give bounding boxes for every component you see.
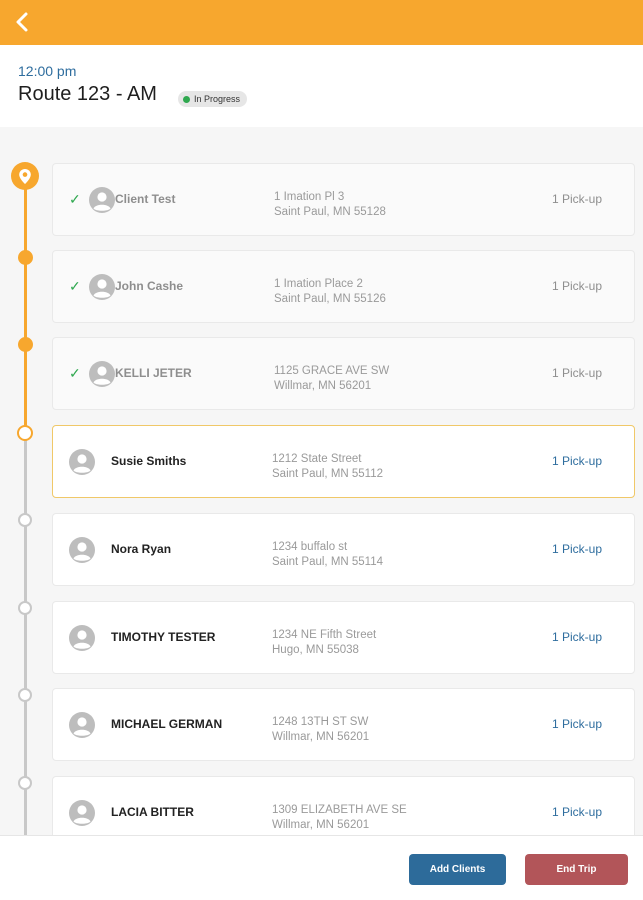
address-line-2: Willmar, MN 56201 <box>274 380 372 392</box>
address-line-1: 1309 ELIZABETH AVE SE <box>272 804 407 816</box>
stop-card-upcoming[interactable]: Nora Ryan 1234 buffalo st Saint Paul, MN… <box>52 513 635 586</box>
client-name: KELLI JETER <box>115 366 192 380</box>
client-name: LACIA BITTER <box>111 805 194 819</box>
chevron-left-icon <box>16 12 28 32</box>
add-clients-button[interactable]: Add Clients <box>409 854 506 885</box>
stop-card-current[interactable]: Susie Smiths 1212 State Street Saint Pau… <box>52 425 635 498</box>
client-address: 1125 GRACE AVE SW Willmar, MN 56201 <box>274 364 389 394</box>
timeline-upcoming-line <box>23 432 27 835</box>
address-line-2: Willmar, MN 56201 <box>272 731 370 743</box>
stop-card-completed[interactable]: ✓ Client Test 1 Imation Pl 3 Saint Paul,… <box>52 163 635 236</box>
stop-type: 1 Pick-up <box>551 805 602 819</box>
client-address: 1234 buffalo st Saint Paul, MN 55114 <box>272 540 383 570</box>
avatar-icon <box>89 274 115 300</box>
address-line-1: 1212 State Street <box>272 453 362 465</box>
end-trip-button[interactable]: End Trip <box>525 854 628 885</box>
address-line-1: 1248 13TH ST SW <box>272 716 369 728</box>
client-address: 1 Imation Pl 3 Saint Paul, MN 55128 <box>274 190 386 220</box>
timeline-marker-upcoming <box>18 776 32 790</box>
address-line-2: Saint Paul, MN 55126 <box>274 293 386 305</box>
address-line-1: 1234 buffalo st <box>272 541 348 553</box>
route-header: 12:00 pm Route 123 - AM In Progress <box>0 45 643 127</box>
timeline-marker-current <box>17 425 33 441</box>
status-dot-icon <box>183 95 190 103</box>
avatar-icon <box>69 712 95 738</box>
client-name: MICHAEL GERMAN <box>111 717 223 731</box>
client-name: Client Test <box>115 192 176 206</box>
back-button[interactable] <box>6 6 38 38</box>
address-line-2: Hugo, MN 55038 <box>272 644 359 656</box>
address-line-2: Saint Paul, MN 55114 <box>272 556 384 568</box>
stop-card-completed[interactable]: ✓ John Cashe 1 Imation Place 2 Saint Pau… <box>52 250 635 323</box>
timeline-marker-upcoming <box>18 688 32 702</box>
client-name: TIMOTHY TESTER <box>111 630 216 644</box>
address-line-1: 1 Imation Pl 3 <box>274 191 345 203</box>
location-pin-icon <box>11 162 39 190</box>
address-line-2: Saint Paul, MN 55128 <box>274 206 386 218</box>
address-line-1: 1234 NE Fifth Street <box>272 629 377 641</box>
timeline-marker-completed <box>17 337 33 352</box>
route-title: Route 123 - AM <box>18 83 157 105</box>
address-line-2: Willmar, MN 56201 <box>272 819 370 831</box>
checkmark-icon: ✓ <box>69 191 81 207</box>
client-name: Susie Smiths <box>111 454 187 468</box>
client-address: 1234 NE Fifth Street Hugo, MN 55038 <box>272 628 376 658</box>
avatar-icon <box>69 449 95 475</box>
avatar-icon <box>89 187 115 213</box>
stop-type: 1 Pick-up <box>551 630 602 644</box>
stop-card-completed[interactable]: ✓ KELLI JETER 1125 GRACE AVE SW Willmar,… <box>52 337 635 410</box>
stop-type: 1 Pick-up <box>551 717 602 731</box>
client-name: Nora Ryan <box>111 542 172 556</box>
top-app-bar <box>0 0 643 45</box>
status-label: In Progress <box>194 94 241 104</box>
timeline-marker-upcoming <box>18 601 32 615</box>
client-name: John Cashe <box>115 279 184 293</box>
status-badge: In Progress <box>178 91 248 107</box>
stop-card-upcoming[interactable]: MICHAEL GERMAN 1248 13TH ST SW Willmar, … <box>52 688 635 761</box>
avatar-icon <box>69 625 95 651</box>
route-time: 12:00 pm <box>18 63 77 79</box>
checkmark-icon: ✓ <box>69 365 81 381</box>
address-line-2: Saint Paul, MN 55112 <box>272 468 384 480</box>
client-address: 1212 State Street Saint Paul, MN 55112 <box>272 452 383 482</box>
avatar-icon <box>69 537 95 563</box>
stop-type: 1 Pick-up <box>551 454 602 468</box>
stop-card-upcoming[interactable]: LACIA BITTER 1309 ELIZABETH AVE SE Willm… <box>52 776 635 835</box>
checkmark-icon: ✓ <box>69 278 81 294</box>
timeline-marker-upcoming <box>18 513 32 527</box>
address-line-1: 1 Imation Place 2 <box>274 278 363 290</box>
stop-card-upcoming[interactable]: TIMOTHY TESTER 1234 NE Fifth Street Hugo… <box>52 601 635 674</box>
footer-actions: Add Clients End Trip <box>0 835 643 900</box>
address-line-1: 1125 GRACE AVE SW <box>274 365 390 377</box>
client-address: 1309 ELIZABETH AVE SE Willmar, MN 56201 <box>272 803 407 833</box>
stop-type: 1 Pick-up <box>551 542 602 556</box>
stops-list[interactable]: ✓ Client Test 1 Imation Pl 3 Saint Paul,… <box>0 127 643 835</box>
timeline-marker-completed <box>17 250 33 265</box>
stop-type: 1 Pick-up <box>551 366 602 380</box>
avatar-icon <box>69 800 95 826</box>
avatar-icon <box>89 361 115 387</box>
timeline-completed-line <box>23 177 27 432</box>
client-address: 1 Imation Place 2 Saint Paul, MN 55126 <box>274 277 386 307</box>
stop-type: 1 Pick-up <box>551 279 602 293</box>
client-address: 1248 13TH ST SW Willmar, MN 56201 <box>272 715 369 745</box>
stop-type: 1 Pick-up <box>551 192 602 206</box>
